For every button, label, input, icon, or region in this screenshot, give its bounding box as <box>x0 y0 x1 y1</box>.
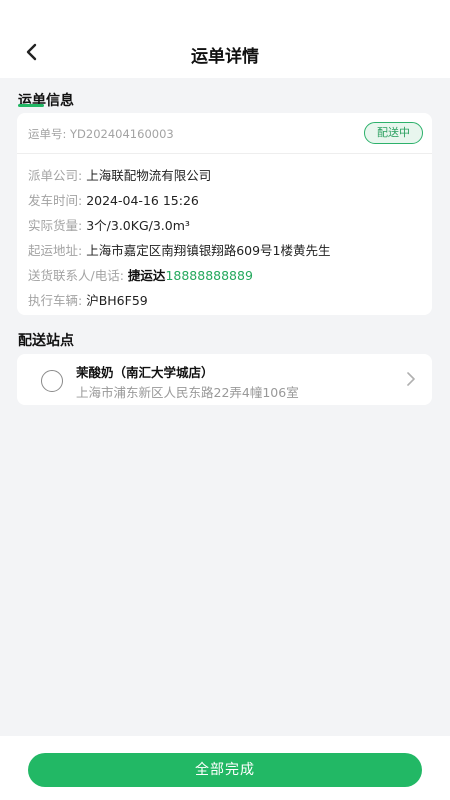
station-name: 茉酸奶（南汇大学城店） <box>76 365 214 380</box>
waybill-info-heading: 运单信息 <box>18 93 74 109</box>
waybill-info-card: 运单号: YD202404160003 配送中 派单公司: 上海联配物流有限公司… <box>17 113 432 315</box>
heading-underline <box>18 104 44 107</box>
info-row-vehicle: 执行车辆: 沪BH6F59 <box>28 290 148 309</box>
cargo-volume-value: 3个/3.0KG/3.0m³ <box>86 218 190 233</box>
info-row-company: 派单公司: 上海联配物流有限公司 <box>28 165 211 184</box>
complete-all-button[interactable]: 全部完成 <box>28 753 422 787</box>
company-label: 派单公司: <box>28 168 83 183</box>
waybill-card-header: 运单号: YD202404160003 配送中 <box>17 113 432 154</box>
contact-name: 捷运达 <box>127 268 166 283</box>
departure-time-value: 2024-04-16 15:26 <box>86 193 199 208</box>
vehicle-value: 沪BH6F59 <box>86 293 148 308</box>
info-row-departure-time: 发车时间: 2024-04-16 15:26 <box>28 190 199 209</box>
info-row-cargo-volume: 实际货量: 3个/3.0KG/3.0m³ <box>28 215 190 234</box>
top-bar: 运单详情 <box>0 0 450 78</box>
info-row-contact: 送货联系人/电话: 捷运达18888888889 <box>28 265 253 284</box>
company-value: 上海联配物流有限公司 <box>86 168 212 183</box>
contact-label: 送货联系人/电话: <box>28 268 124 283</box>
waybill-number-value: YD202404160003 <box>70 127 174 141</box>
contact-phone-link[interactable]: 18888888889 <box>165 268 252 283</box>
status-badge: 配送中 <box>364 122 423 144</box>
vehicle-label: 执行车辆: <box>28 293 83 308</box>
cargo-volume-label: 实际货量: <box>28 218 83 233</box>
departure-time-label: 发车时间: <box>28 193 83 208</box>
delivery-stations-heading: 配送站点 <box>18 333 74 349</box>
chevron-right-icon <box>407 372 415 386</box>
bottom-action-bar: 全部完成 <box>0 736 450 800</box>
origin-address-value: 上海市嘉定区南翔镇银翔路609号1楼黄先生 <box>86 243 331 258</box>
waybill-number-label: 运单号: <box>28 127 67 141</box>
info-row-origin-address: 起运地址: 上海市嘉定区南翔镇银翔路609号1楼黄先生 <box>28 240 331 259</box>
station-list-item[interactable]: 茉酸奶（南汇大学城店） 上海市浦东新区人民东路22弄4幢106室 <box>17 354 432 405</box>
station-address: 上海市浦东新区人民东路22弄4幢106室 <box>76 385 299 400</box>
origin-address-label: 起运地址: <box>28 243 83 258</box>
station-select-radio[interactable] <box>41 370 63 392</box>
page-title: 运单详情 <box>191 47 259 67</box>
waybill-number: 运单号: YD202404160003 <box>28 126 174 142</box>
